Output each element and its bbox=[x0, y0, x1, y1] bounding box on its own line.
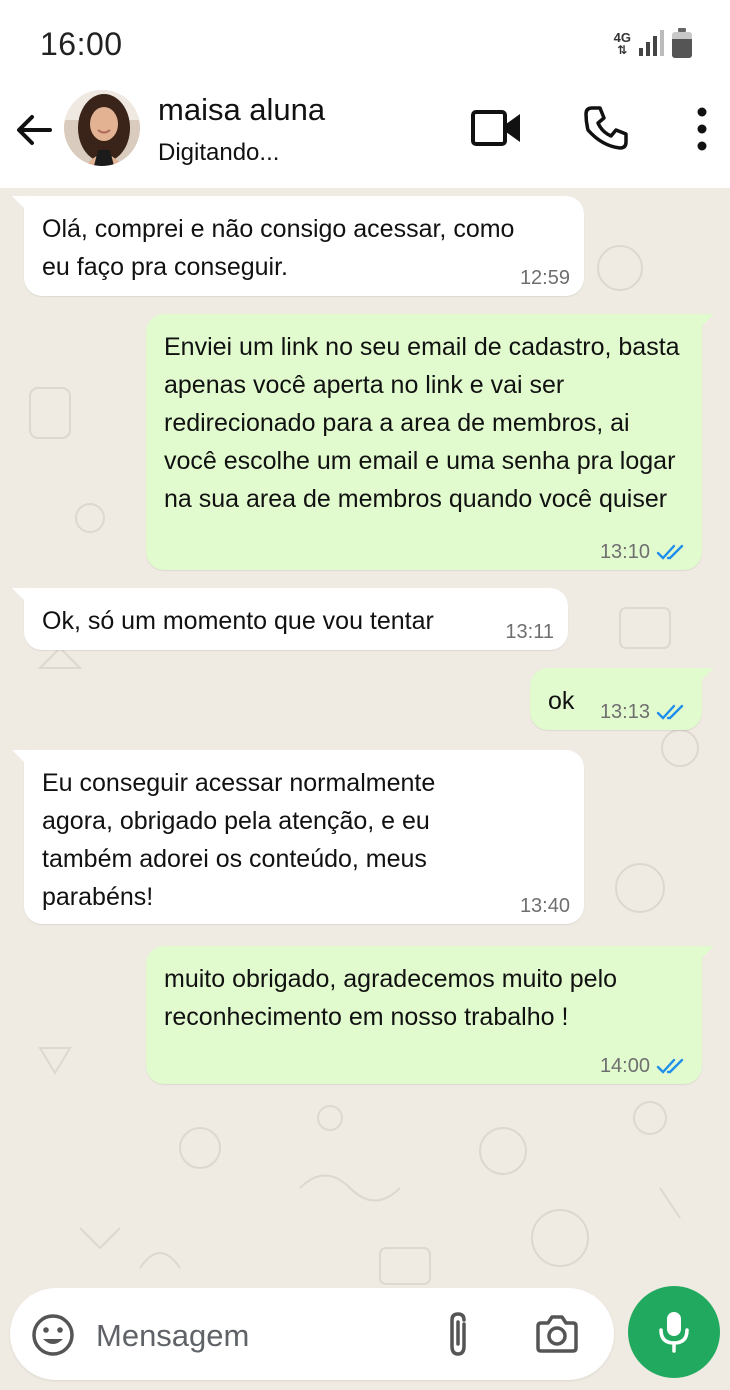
message-text: Enviei um link no seu email de cadastro,… bbox=[164, 333, 680, 513]
message-time: 13:13 bbox=[599, 701, 650, 723]
message-bubble-incoming[interactable]: Olá, comprei e não consigo acessar, como… bbox=[12, 196, 584, 296]
read-receipt-icon bbox=[656, 544, 684, 560]
message-bubble-incoming[interactable]: Ok, só um momento que vou tentar 13:11 bbox=[12, 588, 568, 650]
signal-icon bbox=[639, 30, 664, 56]
back-button[interactable] bbox=[14, 110, 54, 150]
message-time: 13:10 bbox=[599, 541, 650, 563]
back-arrow-icon bbox=[17, 115, 52, 145]
video-call-button[interactable] bbox=[470, 108, 524, 148]
battery-icon bbox=[672, 28, 692, 58]
network-type-label: 4G bbox=[613, 29, 631, 45]
message-time: 12:59 bbox=[519, 267, 570, 289]
more-options-button[interactable] bbox=[688, 106, 716, 152]
battery-level bbox=[672, 38, 692, 58]
attach-button[interactable] bbox=[438, 1310, 478, 1360]
message-bubble-outgoing[interactable]: Enviei um link no seu email de cadastro,… bbox=[146, 314, 714, 570]
network-4g-icon: 4G ⇅ bbox=[613, 29, 631, 57]
voice-record-button[interactable] bbox=[628, 1286, 720, 1378]
message-bubble-outgoing[interactable]: ok 13:13 bbox=[530, 668, 714, 730]
camera-icon bbox=[536, 1315, 578, 1353]
attach-icon bbox=[450, 1312, 466, 1356]
message-text: Ok, só um momento que vou tentar bbox=[42, 607, 434, 635]
phone-icon bbox=[584, 106, 628, 150]
contact-name[interactable]: maisa aluna bbox=[158, 92, 325, 128]
status-bar: 16:00 4G ⇅ bbox=[0, 0, 730, 88]
emoji-button[interactable] bbox=[30, 1312, 76, 1358]
message-composer bbox=[10, 1288, 614, 1380]
message-time: 13:40 bbox=[519, 895, 570, 917]
read-receipt-icon bbox=[656, 704, 684, 720]
status-icons: 4G ⇅ bbox=[614, 28, 692, 58]
voice-call-button[interactable] bbox=[582, 104, 630, 152]
typing-status: Digitando... bbox=[158, 139, 280, 166]
message-text: muito obrigado, agradecemos muito pelo r… bbox=[164, 965, 618, 1031]
message-time: 14:00 bbox=[599, 1055, 650, 1077]
camera-button[interactable] bbox=[534, 1314, 580, 1354]
chat-area[interactable]: Olá, comprei e não consigo acessar, como… bbox=[0, 188, 730, 1390]
read-receipt-icon bbox=[656, 1058, 684, 1074]
message-bubble-incoming[interactable]: Eu conseguir acessar normalmente agora, … bbox=[12, 750, 584, 924]
more-vert-icon bbox=[697, 107, 707, 151]
message-time: 13:11 bbox=[505, 621, 554, 643]
message-bubble-outgoing[interactable]: muito obrigado, agradecemos muito pelo r… bbox=[146, 946, 714, 1084]
message-text: Eu conseguir acessar normalmente agora, … bbox=[42, 769, 436, 911]
message-input[interactable] bbox=[96, 1314, 396, 1358]
avatar[interactable] bbox=[64, 90, 140, 166]
message-text: Olá, comprei e não consigo acessar, como… bbox=[42, 215, 515, 281]
video-call-icon bbox=[471, 110, 520, 146]
chat-header: maisa aluna Digitando... bbox=[0, 88, 730, 188]
status-time: 16:00 bbox=[40, 26, 123, 62]
mic-icon bbox=[659, 1312, 689, 1353]
emoji-icon bbox=[32, 1314, 74, 1356]
